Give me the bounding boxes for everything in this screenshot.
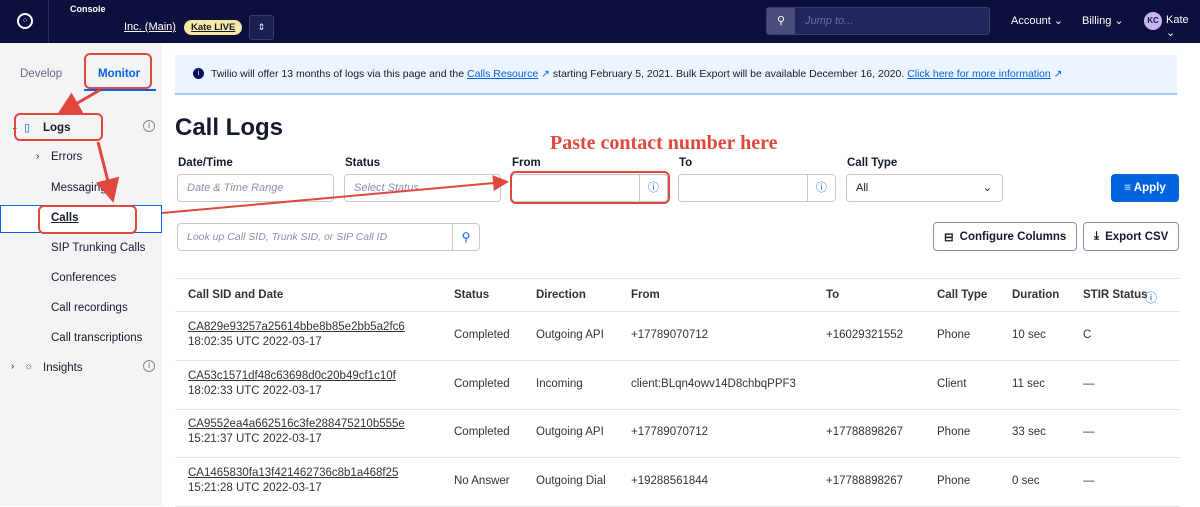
annotation-arrows [56,88,509,214]
arrow-logs-to-calls [95,141,120,203]
arrow-calls-to-from [161,175,509,214]
arrow-monitor-to-logs [56,88,101,116]
